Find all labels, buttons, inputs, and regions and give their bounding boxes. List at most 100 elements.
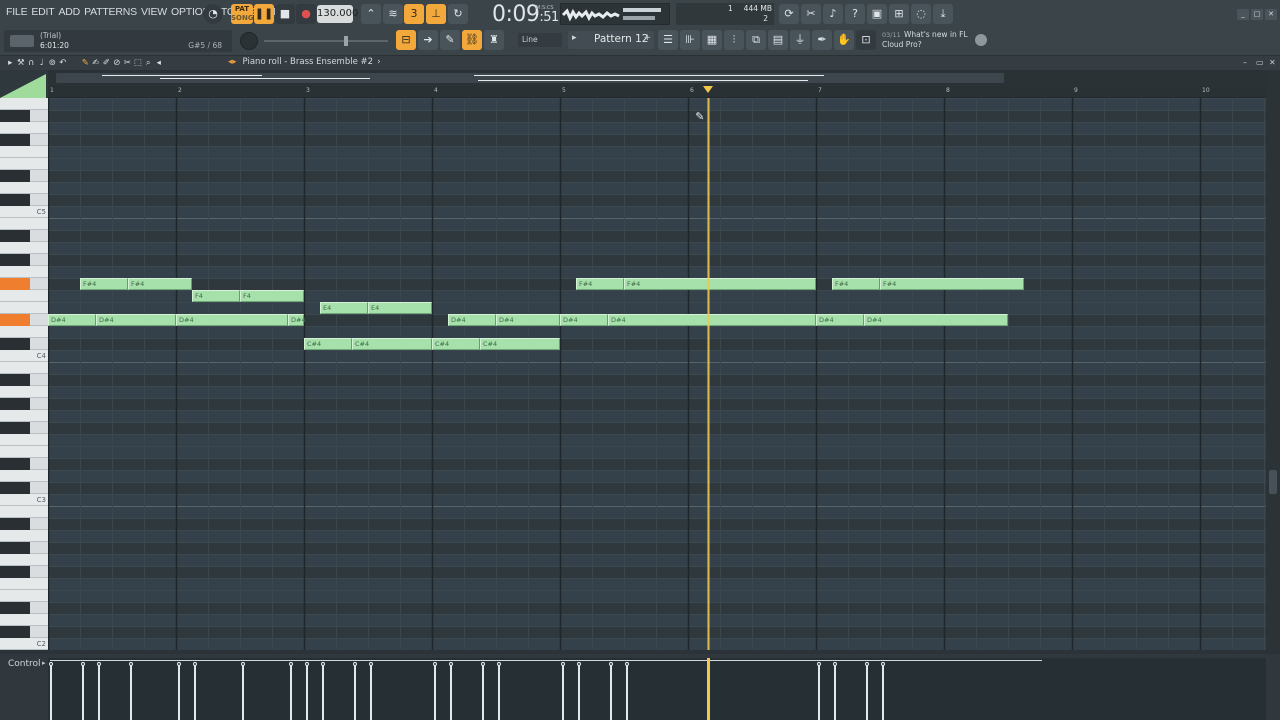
- mixer-icon[interactable]: ⊞: [889, 4, 909, 24]
- velocity-handle[interactable]: [481, 662, 485, 666]
- piano-key-black[interactable]: [0, 374, 30, 386]
- plug-icon[interactable]: ⏚: [790, 30, 810, 50]
- overview-scrollbar[interactable]: [48, 70, 1270, 86]
- menu-view[interactable]: VIEW: [139, 6, 169, 18]
- piano-key-black[interactable]: [0, 398, 30, 410]
- piano-keyboard[interactable]: C5 C4 C3 C2: [0, 98, 48, 650]
- piano-key-tail[interactable]: [30, 374, 48, 386]
- piano-key-white[interactable]: [0, 266, 48, 278]
- note[interactable]: F#4: [80, 278, 128, 290]
- velocity-stem[interactable]: [433, 662, 437, 720]
- piano-key-tail[interactable]: [30, 170, 48, 182]
- stop-button[interactable]: ■: [275, 4, 295, 24]
- note[interactable]: F4: [192, 290, 240, 302]
- tempo-display[interactable]: 130.000: [317, 5, 358, 23]
- velocity-handle[interactable]: [369, 662, 373, 666]
- piano-key-black[interactable]: [0, 458, 30, 470]
- piano-key-black[interactable]: [0, 626, 30, 638]
- velocity-handle[interactable]: [577, 662, 581, 666]
- velocity-handle[interactable]: [497, 662, 501, 666]
- playlist-icon[interactable]: ☰: [658, 30, 678, 50]
- note[interactable]: F#4: [128, 278, 192, 290]
- piano-key-black[interactable]: [0, 566, 30, 578]
- wait-input-icon[interactable]: ≋: [383, 4, 403, 24]
- velocity-handle[interactable]: [321, 662, 325, 666]
- metronome-icon[interactable]: ⌃: [361, 4, 381, 24]
- piano-key-white[interactable]: [0, 434, 48, 446]
- velocity-stem[interactable]: [305, 662, 309, 720]
- piano-key-white[interactable]: [0, 578, 48, 590]
- zoom-tool-icon[interactable]: ⌕: [144, 56, 153, 70]
- pattern-add-icon[interactable]: +: [643, 33, 651, 43]
- velocity-handle[interactable]: [177, 662, 181, 666]
- piano-key-black[interactable]: [0, 518, 30, 530]
- note[interactable]: F#4: [624, 278, 816, 290]
- pr-maximize-icon[interactable]: ▭: [1256, 58, 1264, 67]
- velocity-handle[interactable]: [625, 662, 629, 666]
- piano-key-black[interactable]: [0, 134, 30, 146]
- wrench-icon[interactable]: ⚒: [17, 56, 26, 70]
- note[interactable]: D#4: [288, 314, 306, 326]
- velocity-stem[interactable]: [241, 662, 245, 720]
- record-button[interactable]: ●: [296, 4, 316, 24]
- velocity-handle[interactable]: [97, 662, 101, 666]
- piano-key-black[interactable]: [0, 254, 30, 266]
- piano-key-white[interactable]: [0, 218, 48, 230]
- master-volume-knob-icon[interactable]: ◔: [203, 4, 223, 24]
- note[interactable]: D#4: [448, 314, 496, 326]
- piano-key-black[interactable]: [0, 170, 30, 182]
- piano-key-black[interactable]: [0, 230, 30, 242]
- velocity-handle[interactable]: [833, 662, 837, 666]
- velocity-stem[interactable]: [81, 662, 85, 720]
- piano-key-black[interactable]: [0, 278, 30, 290]
- control-arrow-icon[interactable]: ▸: [42, 659, 46, 667]
- pr-close-icon[interactable]: ✕: [1269, 58, 1276, 67]
- velocity-stem[interactable]: [561, 662, 565, 720]
- piano-key-tail[interactable]: [30, 482, 48, 494]
- pattern-prev-icon[interactable]: ▸: [572, 33, 577, 43]
- time-ruler[interactable]: 1 2 3 4 5 6 7 8 9 10: [48, 86, 1266, 98]
- piano-key-tail[interactable]: [30, 194, 48, 206]
- velocity-stem[interactable]: [881, 662, 885, 720]
- master-pitch-slider[interactable]: [264, 36, 388, 46]
- news-panel[interactable]: 03/11 What's new in FL Cloud Pro?: [880, 30, 990, 52]
- piano-key-tail[interactable]: [30, 110, 48, 122]
- velocity-handle[interactable]: [81, 662, 85, 666]
- pr-minimize-icon[interactable]: –: [1243, 58, 1247, 67]
- mixer-view-icon[interactable]: ⫶: [724, 30, 744, 50]
- mute-tool-icon[interactable]: ⊘: [113, 56, 122, 70]
- menu-edit[interactable]: EDIT: [29, 6, 56, 18]
- piano-roll-icon[interactable]: ⊟: [396, 30, 416, 50]
- piano-key-black[interactable]: [0, 542, 30, 554]
- pat-song-switch[interactable]: PAT SONG: [231, 4, 254, 24]
- piano-key-tail[interactable]: [30, 134, 48, 146]
- velocity-handle[interactable]: [353, 662, 357, 666]
- select-tool-icon[interactable]: ⬚: [134, 56, 143, 70]
- brush-icon[interactable]: ✎: [440, 30, 460, 50]
- piano-key-tail[interactable]: [30, 458, 48, 470]
- piano-key-tail[interactable]: [30, 626, 48, 638]
- velocity-stem[interactable]: [481, 662, 485, 720]
- note[interactable]: E4: [368, 302, 432, 314]
- velocity-stem[interactable]: [289, 662, 293, 720]
- piano-key-white[interactable]: [0, 614, 48, 626]
- velocity-stem[interactable]: [193, 662, 197, 720]
- target-channel-tab[interactable]: [0, 74, 46, 98]
- slice-tool-icon[interactable]: ✂: [123, 56, 132, 70]
- step-sequencer-icon[interactable]: ⊪: [680, 30, 700, 50]
- menu-add[interactable]: ADD: [57, 6, 83, 18]
- countdown-icon[interactable]: 3: [404, 4, 424, 24]
- note[interactable]: F#4: [880, 278, 1024, 290]
- vertical-scrollbar[interactable]: [1266, 70, 1280, 650]
- loop-record-icon[interactable]: ↻: [448, 4, 468, 24]
- velocity-stem[interactable]: [449, 662, 453, 720]
- globe-icon[interactable]: [975, 34, 987, 46]
- note-grid[interactable]: F#4 F#4 F4 F4 E4 E4 D#4 D#4 D#4 D#4 C#4 C#4 C#4 C#4 D#…: [48, 98, 1266, 650]
- piano-key-white[interactable]: [0, 158, 48, 170]
- delete-tool-icon[interactable]: ✐: [102, 56, 111, 70]
- note[interactable]: D#4: [816, 314, 864, 326]
- piano-key-white[interactable]: [0, 530, 48, 542]
- piano-key-white[interactable]: [0, 122, 48, 134]
- close-icon[interactable]: ✕: [1265, 9, 1277, 20]
- velocity-stem[interactable]: [177, 662, 181, 720]
